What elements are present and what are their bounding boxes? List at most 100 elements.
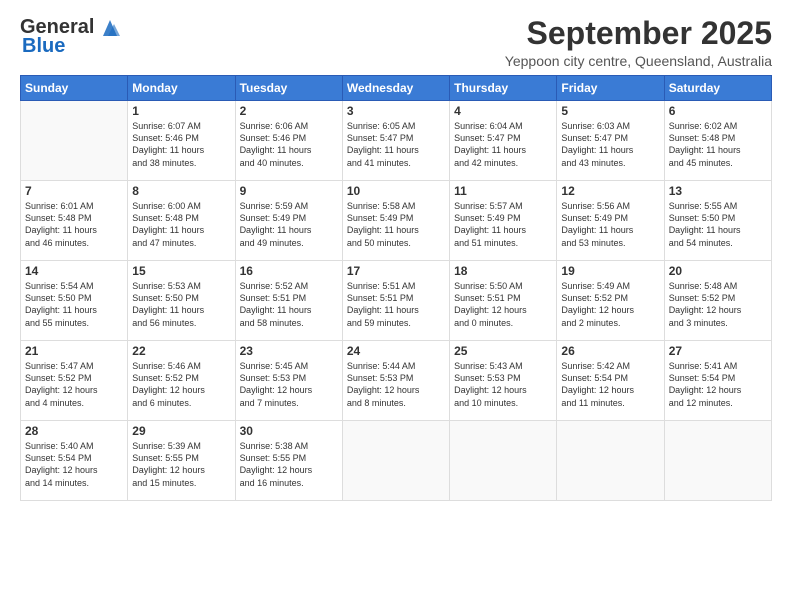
day-number: 12 bbox=[561, 184, 659, 198]
day-number: 13 bbox=[669, 184, 767, 198]
table-cell: 5 Sunrise: 6:03 AM Sunset: 5:47 PM Daylig… bbox=[557, 101, 664, 181]
calendar-container: General Blue September 2025 Yeppoon city… bbox=[0, 0, 792, 612]
day-number: 6 bbox=[669, 104, 767, 118]
day-info: Sunrise: 6:06 AM Sunset: 5:46 PM Dayligh… bbox=[240, 120, 338, 169]
table-cell: 13Sunrise: 5:55 AM Sunset: 5:50 PM Dayli… bbox=[664, 181, 771, 261]
header: General Blue September 2025 Yeppoon city… bbox=[20, 16, 772, 69]
day-number: 30 bbox=[240, 424, 338, 438]
day-info: Sunrise: 5:52 AM Sunset: 5:51 PM Dayligh… bbox=[240, 280, 338, 329]
title-area: September 2025 Yeppoon city centre, Quee… bbox=[505, 16, 772, 69]
day-number: 26 bbox=[561, 344, 659, 358]
table-cell: 30 Sunrise: 5:38 AM Sunset: 5:55 PM Dayli… bbox=[235, 421, 342, 501]
day-info: Sunrise: 5:43 AM Sunset: 5:53 PM Dayligh… bbox=[454, 360, 552, 409]
day-info: Sunrise: 5:59 AM Sunset: 5:49 PM Dayligh… bbox=[240, 200, 338, 249]
day-number: 21 bbox=[25, 344, 123, 358]
day-info: Sunrise: 5:38 AM Sunset: 5:55 PM Dayligh… bbox=[240, 440, 338, 489]
day-number: 20 bbox=[669, 264, 767, 278]
col-wednesday: Wednesday bbox=[342, 76, 449, 101]
table-cell: 19Sunrise: 5:49 AM Sunset: 5:52 PM Dayli… bbox=[557, 261, 664, 341]
day-number: 18 bbox=[454, 264, 552, 278]
day-number: 15 bbox=[132, 264, 230, 278]
table-cell: 25 Sunrise: 5:43 AM Sunset: 5:53 PM Dayli… bbox=[450, 341, 557, 421]
logo-blue: Blue bbox=[22, 35, 65, 58]
day-info: Sunrise: 6:03 AM Sunset: 5:47 PM Dayligh… bbox=[561, 120, 659, 169]
day-info: Sunrise: 5:53 AM Sunset: 5:50 PM Dayligh… bbox=[132, 280, 230, 329]
day-info: Sunrise: 5:47 AM Sunset: 5:52 PM Dayligh… bbox=[25, 360, 123, 409]
day-number: 8 bbox=[132, 184, 230, 198]
day-number: 25 bbox=[454, 344, 552, 358]
subtitle: Yeppoon city centre, Queensland, Austral… bbox=[505, 53, 772, 69]
day-info: Sunrise: 5:46 AM Sunset: 5:52 PM Dayligh… bbox=[132, 360, 230, 409]
table-cell: 20 Sunrise: 5:48 AM Sunset: 5:52 PM Dayli… bbox=[664, 261, 771, 341]
table-cell: 24 Sunrise: 5:44 AM Sunset: 5:53 PM Dayli… bbox=[342, 341, 449, 421]
table-cell: 9 Sunrise: 5:59 AM Sunset: 5:49 PM Daylig… bbox=[235, 181, 342, 261]
day-number: 9 bbox=[240, 184, 338, 198]
day-number: 16 bbox=[240, 264, 338, 278]
day-number: 5 bbox=[561, 104, 659, 118]
table-cell: 27 Sunrise: 5:41 AM Sunset: 5:54 PM Dayli… bbox=[664, 341, 771, 421]
table-cell: 18 Sunrise: 5:50 AM Sunset: 5:51 PM Dayli… bbox=[450, 261, 557, 341]
calendar-table: Sunday Monday Tuesday Wednesday Thursday… bbox=[20, 75, 772, 501]
table-cell bbox=[664, 421, 771, 501]
day-info: Sunrise: 5:42 AM Sunset: 5:54 PM Dayligh… bbox=[561, 360, 659, 409]
day-number: 28 bbox=[25, 424, 123, 438]
col-saturday: Saturday bbox=[664, 76, 771, 101]
week-row-1: 1 Sunrise: 6:07 AM Sunset: 5:46 PM Daylig… bbox=[21, 101, 772, 181]
day-number: 17 bbox=[347, 264, 445, 278]
col-tuesday: Tuesday bbox=[235, 76, 342, 101]
day-info: Sunrise: 5:50 AM Sunset: 5:51 PM Dayligh… bbox=[454, 280, 552, 329]
day-info: Sunrise: 5:56 AM Sunset: 5:49 PM Dayligh… bbox=[561, 200, 659, 249]
day-info: Sunrise: 5:41 AM Sunset: 5:54 PM Dayligh… bbox=[669, 360, 767, 409]
col-friday: Friday bbox=[557, 76, 664, 101]
table-cell: 2 Sunrise: 6:06 AM Sunset: 5:46 PM Daylig… bbox=[235, 101, 342, 181]
table-cell bbox=[450, 421, 557, 501]
week-row-2: 7Sunrise: 6:01 AM Sunset: 5:48 PM Daylig… bbox=[21, 181, 772, 261]
table-cell: 11 Sunrise: 5:57 AM Sunset: 5:49 PM Dayli… bbox=[450, 181, 557, 261]
day-info: Sunrise: 6:00 AM Sunset: 5:48 PM Dayligh… bbox=[132, 200, 230, 249]
day-info: Sunrise: 5:44 AM Sunset: 5:53 PM Dayligh… bbox=[347, 360, 445, 409]
day-info: Sunrise: 6:04 AM Sunset: 5:47 PM Dayligh… bbox=[454, 120, 552, 169]
logo-icon bbox=[99, 18, 121, 38]
day-number: 14 bbox=[25, 264, 123, 278]
day-info: Sunrise: 6:02 AM Sunset: 5:48 PM Dayligh… bbox=[669, 120, 767, 169]
day-number: 29 bbox=[132, 424, 230, 438]
day-info: Sunrise: 6:05 AM Sunset: 5:47 PM Dayligh… bbox=[347, 120, 445, 169]
table-cell: 10Sunrise: 5:58 AM Sunset: 5:49 PM Dayli… bbox=[342, 181, 449, 261]
day-number: 22 bbox=[132, 344, 230, 358]
table-cell: 3 Sunrise: 6:05 AM Sunset: 5:47 PM Daylig… bbox=[342, 101, 449, 181]
header-row: Sunday Monday Tuesday Wednesday Thursday… bbox=[21, 76, 772, 101]
day-number: 27 bbox=[669, 344, 767, 358]
table-cell: 7Sunrise: 6:01 AM Sunset: 5:48 PM Daylig… bbox=[21, 181, 128, 261]
table-cell: 4Sunrise: 6:04 AM Sunset: 5:47 PM Daylig… bbox=[450, 101, 557, 181]
table-cell: 12 Sunrise: 5:56 AM Sunset: 5:49 PM Dayli… bbox=[557, 181, 664, 261]
week-row-5: 28Sunrise: 5:40 AM Sunset: 5:54 PM Dayli… bbox=[21, 421, 772, 501]
table-cell bbox=[342, 421, 449, 501]
table-cell: 21 Sunrise: 5:47 AM Sunset: 5:52 PM Dayli… bbox=[21, 341, 128, 421]
table-cell: 28Sunrise: 5:40 AM Sunset: 5:54 PM Dayli… bbox=[21, 421, 128, 501]
week-row-3: 14 Sunrise: 5:54 AM Sunset: 5:50 PM Dayli… bbox=[21, 261, 772, 341]
day-info: Sunrise: 5:51 AM Sunset: 5:51 PM Dayligh… bbox=[347, 280, 445, 329]
logo: General Blue bbox=[20, 16, 121, 58]
day-number: 2 bbox=[240, 104, 338, 118]
table-cell: 23Sunrise: 5:45 AM Sunset: 5:53 PM Dayli… bbox=[235, 341, 342, 421]
day-number: 10 bbox=[347, 184, 445, 198]
table-cell: 22 Sunrise: 5:46 AM Sunset: 5:52 PM Dayli… bbox=[128, 341, 235, 421]
day-number: 24 bbox=[347, 344, 445, 358]
day-number: 7 bbox=[25, 184, 123, 198]
table-cell bbox=[21, 101, 128, 181]
table-cell: 16 Sunrise: 5:52 AM Sunset: 5:51 PM Dayli… bbox=[235, 261, 342, 341]
col-monday: Monday bbox=[128, 76, 235, 101]
table-cell: 6 Sunrise: 6:02 AM Sunset: 5:48 PM Daylig… bbox=[664, 101, 771, 181]
day-number: 1 bbox=[132, 104, 230, 118]
day-number: 19 bbox=[561, 264, 659, 278]
day-info: Sunrise: 5:45 AM Sunset: 5:53 PM Dayligh… bbox=[240, 360, 338, 409]
month-title: September 2025 bbox=[505, 16, 772, 51]
day-info: Sunrise: 5:48 AM Sunset: 5:52 PM Dayligh… bbox=[669, 280, 767, 329]
day-info: Sunrise: 5:57 AM Sunset: 5:49 PM Dayligh… bbox=[454, 200, 552, 249]
table-cell: 14 Sunrise: 5:54 AM Sunset: 5:50 PM Dayli… bbox=[21, 261, 128, 341]
day-info: Sunrise: 5:54 AM Sunset: 5:50 PM Dayligh… bbox=[25, 280, 123, 329]
day-info: Sunrise: 6:07 AM Sunset: 5:46 PM Dayligh… bbox=[132, 120, 230, 169]
day-number: 3 bbox=[347, 104, 445, 118]
col-sunday: Sunday bbox=[21, 76, 128, 101]
day-number: 11 bbox=[454, 184, 552, 198]
